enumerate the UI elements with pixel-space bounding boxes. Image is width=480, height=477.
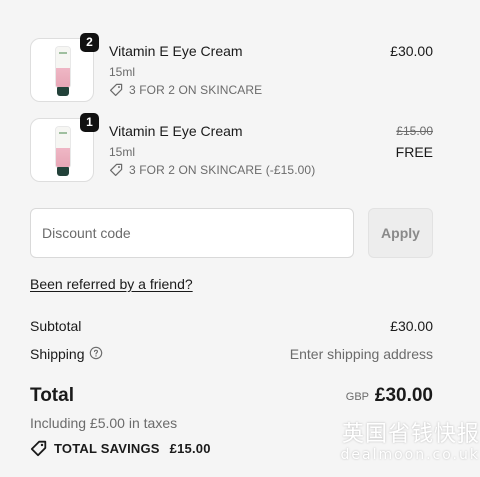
promo-text: 3 FOR 2 ON SKINCARE (129, 83, 263, 97)
product-tube-cap (57, 87, 69, 96)
discount-code-input[interactable] (30, 208, 354, 258)
apply-discount-button[interactable]: Apply (368, 208, 433, 258)
item-variant: 15ml (109, 145, 136, 159)
product-tube-cap (57, 167, 69, 176)
item-promo: 3 FOR 2 ON SKINCARE (-£15.00) (109, 162, 315, 178)
item-variant: 15ml (109, 65, 136, 79)
total-savings: TOTAL SAVINGS £15.00 (30, 440, 211, 457)
product-tube-label (59, 132, 67, 134)
tag-icon (109, 163, 123, 177)
cart-item: 1 Vitamin E Eye Cream 15ml 3 FOR 2 ON SK… (30, 113, 433, 182)
item-promo: 3 FOR 2 ON SKINCARE (109, 82, 262, 98)
item-name: Vitamin E Eye Cream (109, 43, 243, 59)
subtotal-label: Subtotal (30, 318, 82, 334)
quantity-badge: 2 (80, 33, 99, 52)
savings-label: TOTAL SAVINGS (54, 441, 160, 456)
tag-icon (30, 440, 47, 457)
item-name: Vitamin E Eye Cream (109, 123, 243, 139)
product-tube-label (59, 52, 67, 54)
referral-link[interactable]: Been referred by a friend? (30, 276, 193, 292)
shipping-value: Enter shipping address (289, 346, 433, 362)
item-price: FREE (395, 144, 433, 160)
savings-value: £15.00 (169, 441, 211, 456)
currency-code: GBP (345, 391, 369, 403)
watermark-domain: dealmoon.co.uk (340, 447, 480, 463)
cart-item: 2 Vitamin E Eye Cream 15ml 3 FOR 2 ON SK… (30, 33, 433, 102)
original-price: £15.00 (396, 124, 433, 138)
item-price: £30.00 (390, 43, 433, 59)
taxes-note: Including £5.00 in taxes (30, 415, 178, 431)
total-label: Total (30, 385, 74, 406)
watermark: 英国省钱快报 dealmoon.co.uk (329, 422, 480, 463)
tag-icon (109, 83, 123, 97)
shipping-label: Shipping (30, 346, 85, 362)
info-circle-icon[interactable] (89, 346, 103, 360)
quantity-badge: 1 (80, 113, 99, 132)
total-amount: £30.00 (374, 385, 433, 406)
watermark-chinese: 英国省钱快报 (341, 422, 480, 447)
subtotal-value: £30.00 (390, 318, 433, 334)
promo-text: 3 FOR 2 ON SKINCARE (-£15.00) (129, 163, 316, 177)
